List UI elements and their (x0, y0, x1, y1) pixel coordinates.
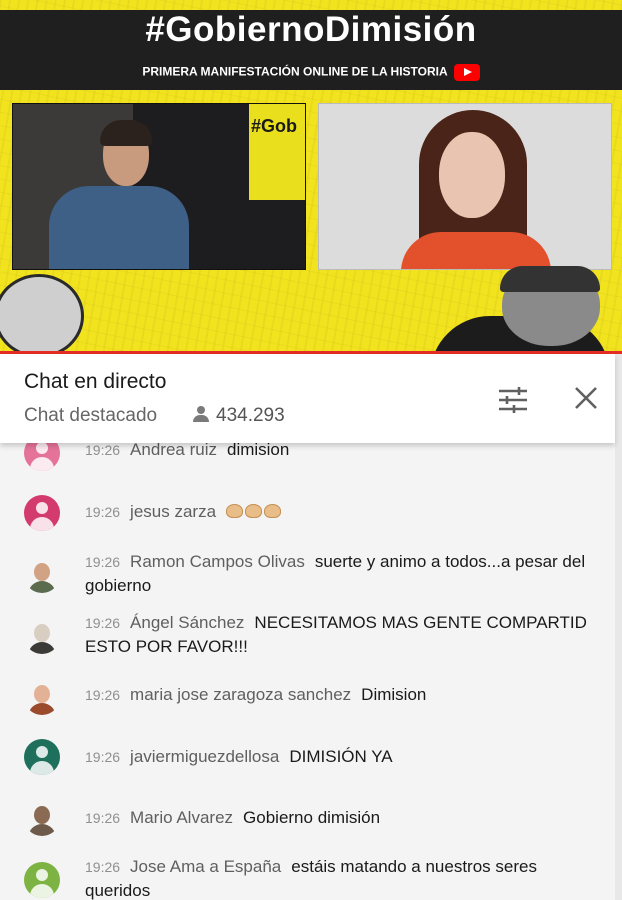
message-author[interactable]: Jose Ama a España (130, 857, 281, 876)
message-line: 19:26 Ramon Campos Olivas suerte y animo a… (85, 550, 597, 598)
video-hashtag-title: #GobiernoDimisión (145, 10, 477, 49)
video-player[interactable]: #GobiernoDimisión PRIMERA MANIFESTACIÓN … (0, 0, 622, 352)
politician-photo-right (430, 266, 622, 352)
clapping-hands-icon (264, 504, 282, 518)
avatar[interactable] (24, 495, 60, 531)
message-text: DIMISIÓN YA (289, 747, 393, 766)
viewer-count: 434.293 (192, 405, 285, 427)
clapping-hands-icon (245, 504, 263, 518)
avatar[interactable] (24, 800, 60, 836)
message-line: 19:26 jesus zarza (85, 500, 597, 524)
message-line: 19:26 javiermiguezdellosa DIMISIÓN YA (85, 745, 597, 769)
video-feed-right (318, 103, 612, 270)
youtube-play-icon (453, 64, 480, 81)
message-text: Dimision (361, 685, 427, 704)
message-author[interactable]: maria jose zaragoza sanchez (130, 685, 351, 704)
guest-top (401, 232, 551, 269)
presenter-hair (100, 120, 152, 146)
message-author[interactable]: javiermiguezdellosa (130, 747, 279, 766)
message-text: Gobierno dimisión (243, 808, 381, 827)
guest-face (439, 132, 505, 218)
avatar[interactable] (24, 739, 60, 775)
video-subtitle-text: PRIMERA MANIFESTACIÓN ONLINE DE LA HISTO… (142, 64, 448, 79)
message-time: 19:26 (85, 615, 121, 631)
avatar[interactable] (24, 862, 60, 898)
message-author[interactable]: Andrea ruiz (130, 443, 217, 459)
background-screen: #Gob (249, 104, 305, 200)
screen-hashtag-text: #Gob (251, 116, 298, 136)
video-feed-left: #Gob (12, 103, 306, 270)
chat-title: Chat en directo (24, 370, 167, 393)
message-line: 19:26 Mario Alvarez Gobierno dimisión (85, 806, 597, 830)
chat-mode-selector[interactable]: Chat destacado (24, 405, 157, 427)
chat-messages[interactable]: 19:26 Andrea ruiz dimision 19:26 jesus zarz… (0, 443, 615, 900)
message-line: 19:26 Andrea ruiz dimision (85, 443, 597, 462)
politician-photo-left (0, 268, 90, 352)
message-time: 19:26 (85, 504, 121, 520)
message-time: 19:26 (85, 687, 121, 703)
person-icon (192, 406, 210, 422)
avatar[interactable] (24, 557, 60, 593)
message-line: 19:26 Jose Ama a España estáis matando a n… (85, 855, 597, 900)
message-time: 19:26 (85, 749, 121, 765)
presenter-body (49, 186, 189, 269)
message-text: dimision (226, 443, 290, 459)
avatar[interactable] (24, 443, 60, 471)
message-author[interactable]: jesus zarza (130, 502, 216, 521)
avatar[interactable] (24, 679, 60, 715)
message-time: 19:26 (85, 554, 121, 570)
chat-scrollbar[interactable] (615, 354, 622, 900)
message-line: 19:26 maria jose zaragoza sanchez Dimision (85, 683, 597, 707)
close-icon[interactable] (574, 386, 598, 410)
message-time: 19:26 (85, 443, 121, 458)
message-author[interactable]: Ramon Campos Olivas (130, 552, 305, 571)
message-author[interactable]: Ángel Sánchez (130, 613, 244, 632)
message-time: 19:26 (85, 810, 121, 826)
video-subtitle: PRIMERA MANIFESTACIÓN ONLINE DE LA HISTO… (0, 64, 622, 81)
avatar[interactable] (24, 618, 60, 654)
clapping-hands-icon (226, 504, 244, 518)
viewer-count-value: 434.293 (216, 405, 285, 426)
message-author[interactable]: Mario Alvarez (130, 808, 233, 827)
tune-icon[interactable] (498, 386, 528, 414)
message-line: 19:26 Ángel Sánchez NECESITAMOS MAS GENTE … (85, 611, 597, 659)
message-time: 19:26 (85, 859, 121, 875)
